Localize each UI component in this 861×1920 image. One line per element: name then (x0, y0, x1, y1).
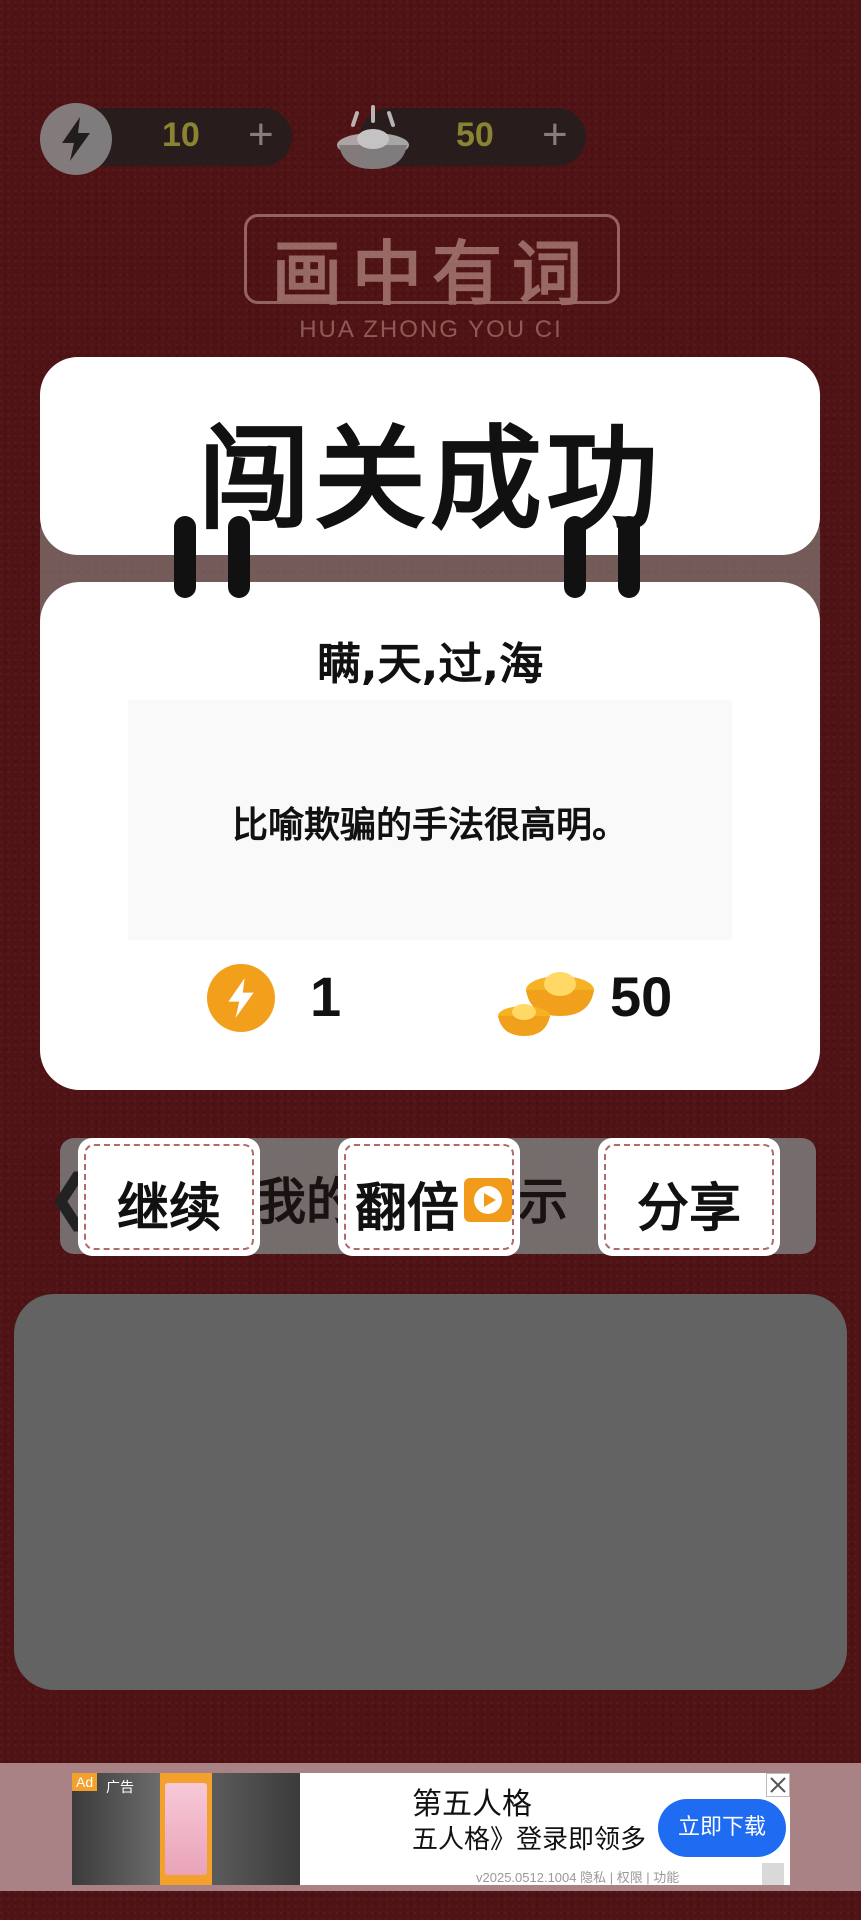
ad-download-button[interactable]: 立即下载 (658, 1799, 786, 1857)
ad-description: 五人格》登录即领多 (412, 1825, 646, 1855)
idiom-answer: 瞒,天,过,海 (316, 639, 544, 690)
idiom-meaning: 比喻欺骗的手法很高明。 (231, 805, 628, 846)
game-title: 画中有词 (272, 232, 592, 315)
reward-energy-value: 1 (310, 965, 342, 1028)
game-title-sign: 画中有词 HUA ZHONG YOU CI (216, 196, 646, 346)
play-video-icon (464, 1178, 512, 1222)
behind-label-right: 示 (518, 1173, 568, 1231)
success-banner: 闯关成功 (40, 357, 820, 555)
meaning-box: 比喻欺骗的手法很高明。 (128, 700, 732, 940)
close-icon[interactable] (766, 1773, 790, 1797)
add-ingots-button[interactable]: + (542, 110, 568, 160)
gold-ingot-icon (333, 103, 413, 175)
result-card: 瞒,天,过,海 比喻欺骗的手法很高明。 1 50 (40, 582, 820, 1090)
continue-button[interactable]: 继续 (78, 1138, 260, 1256)
share-button[interactable]: 分享 (598, 1138, 780, 1256)
share-label: 分享 (636, 1179, 741, 1239)
content-panel (14, 1294, 847, 1690)
ad-tag: Ad (72, 1773, 98, 1791)
banner-ad[interactable]: Ad 广告 第五人格 五人格》登录即领多 v2025.0512.1004 隐私 … (72, 1773, 790, 1885)
double-reward-button[interactable]: 翻倍 (338, 1138, 520, 1256)
lightning-icon (207, 964, 275, 1032)
ad-poster-image (160, 1773, 212, 1885)
lightning-icon (40, 103, 112, 175)
ad-title[interactable]: 第五人格 (412, 1779, 532, 1823)
banner-clip-right-1 (564, 516, 586, 598)
ad-art (165, 1783, 207, 1875)
ad-thumbnail[interactable]: Ad 广告 (72, 1773, 300, 1885)
continue-label: 继续 (116, 1179, 221, 1239)
banner-clip-left-1 (174, 516, 196, 598)
energy-value: 10 (162, 116, 200, 154)
gold-ingot-icon (494, 954, 604, 1044)
ingot-value: 50 (456, 116, 494, 154)
ad-tag-label: 广告 (106, 1780, 134, 1796)
banner-clip-right-2 (618, 516, 640, 598)
ad-corner-mark (762, 1863, 784, 1885)
success-title: 闯关成功 (198, 415, 662, 545)
reward-ingot-value: 50 (610, 965, 673, 1028)
banner-clip-left-2 (228, 516, 250, 598)
game-title-pinyin: HUA ZHONG YOU CI (299, 316, 563, 343)
ad-meta-links[interactable]: v2025.0512.1004 隐私 | 权限 | 功能 (476, 1867, 679, 1886)
add-energy-button[interactable]: + (248, 110, 274, 160)
